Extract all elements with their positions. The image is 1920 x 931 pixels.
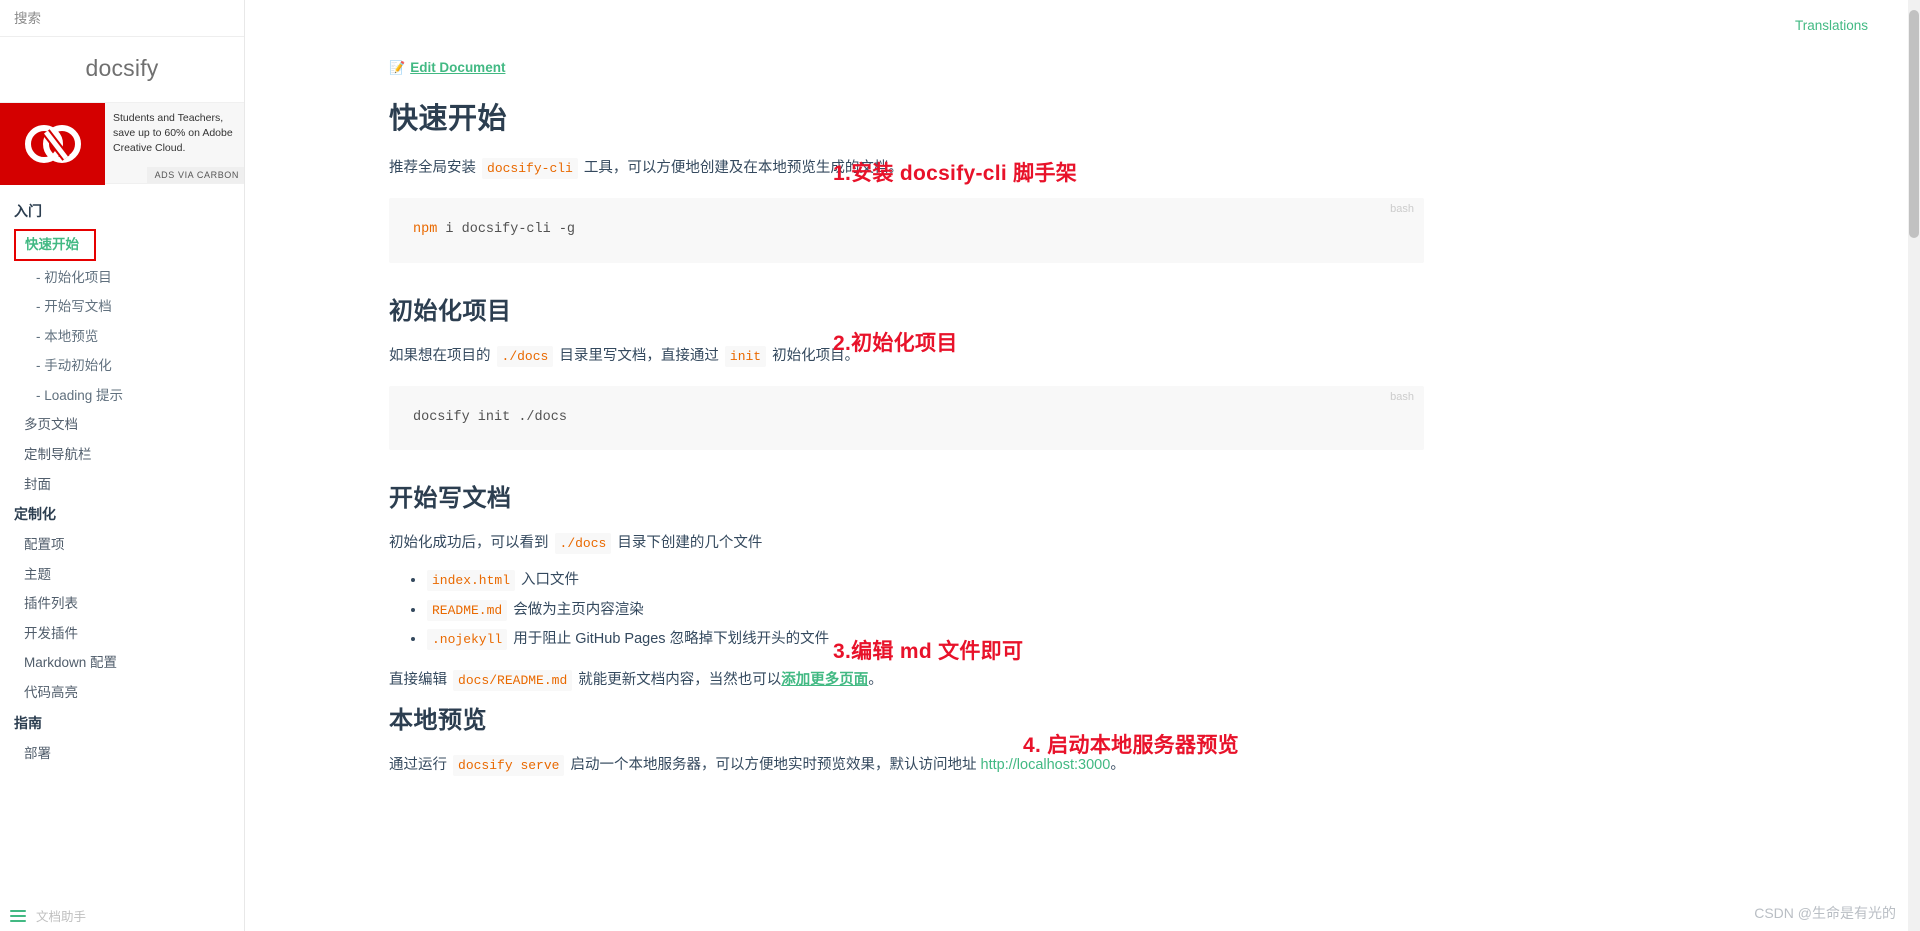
file-list: index.html 入口文件 README.md 会做为主页内容渲染 .noj… xyxy=(389,569,1424,651)
file-desc-nojekyll: 用于阻止 GitHub Pages 忽略掉下划线开头的文件 xyxy=(513,631,830,648)
section-heading-writing: 开始写文档 xyxy=(389,485,512,513)
file-desc-readme-md: 会做为主页内容渲染 xyxy=(513,601,644,618)
memo-icon: 📝 xyxy=(389,60,406,75)
sidebar-item-writing[interactable]: - 开始写文档 xyxy=(0,292,244,322)
writing-para-pre: 初始化成功后，可以看到 xyxy=(389,535,549,552)
carbon-ad[interactable]: Students and Teachers, save up to 60% on… xyxy=(0,102,244,185)
preview-para-mid: 启动一个本地服务器，可以方便地实时预览效果，默认访问地址 xyxy=(570,756,977,773)
edit-readme-mid: 就能更新文档内容，当然也可以 xyxy=(578,671,782,688)
nav-group-title-getting-started: 入门 xyxy=(14,203,42,219)
annotation-step-1: 1.安装 docsify-cli 脚手架 xyxy=(833,162,1078,185)
file-code-nojekyll: .nojekyll xyxy=(427,629,508,651)
list-item: README.md 会做为主页内容渲染 xyxy=(411,599,1424,621)
search-box[interactable] xyxy=(0,0,244,37)
sidebar-item-navbar[interactable]: 定制导航栏 xyxy=(0,440,244,470)
init-para-mid: 目录里写文档，直接通过 xyxy=(559,347,719,364)
sidebar-nav: 入门 快速开始 - 初始化项目 - 开始写文档 - 本地预览 - 手动初始化 -… xyxy=(0,184,244,768)
file-code-index-html: index.html xyxy=(427,570,516,592)
sidebar-item-plugins[interactable]: 插件列表 xyxy=(0,589,244,619)
sidebar-item-write-a-plugin[interactable]: 开发插件 xyxy=(0,619,244,649)
code-keyword-npm: npm xyxy=(413,222,438,238)
codeblock-lang-label-1: bash xyxy=(1390,203,1414,216)
sidebar-item-multipage[interactable]: 多页文档 xyxy=(0,410,244,440)
init-inline-code-docs: ./docs xyxy=(496,345,554,367)
localhost-link[interactable]: http://localhost:3000 xyxy=(981,757,1111,773)
sidebar-toggle-button[interactable]: 文档助手 xyxy=(0,900,244,931)
codeblock-content-1: npm i docsify-cli -g xyxy=(413,220,1400,240)
page-scrollbar-track[interactable] xyxy=(1908,0,1920,931)
section-heading-init: 初始化项目 xyxy=(389,297,512,325)
codeblock-content-2: docsify init ./docs xyxy=(413,409,567,425)
writing-inline-code-docs: ./docs xyxy=(554,533,612,555)
sidebar-item-themes[interactable]: 主题 xyxy=(0,560,244,590)
sidebar-item-loading[interactable]: - Loading 提示 xyxy=(0,381,244,411)
edit-readme-post: 。 xyxy=(868,671,883,688)
content-area: Translations 📝 Edit Document 快速开始 推荐全局安装… xyxy=(245,0,1920,931)
code-rest-1: i docsify-cli -g xyxy=(437,222,576,238)
preview-paragraph: 通过运行 docsify serve 启动一个本地服务器，可以方便地实时预览效果… xyxy=(389,754,1424,777)
sidebar-item-manual-init[interactable]: - 手动初始化 xyxy=(0,351,244,381)
carbon-ad-poweredby[interactable]: ADS VIA CARBON xyxy=(146,167,244,183)
quickstart-inline-code: docsify-cli xyxy=(482,158,578,180)
brand[interactable]: docsify xyxy=(0,37,244,102)
annotation-step-3: 3.编辑 md 文件即可 xyxy=(833,640,1024,663)
translations-link[interactable]: Translations xyxy=(1795,18,1868,33)
sidebar: docsify Students and Teachers, save up t… xyxy=(0,0,245,931)
sidebar-item-quickstart[interactable]: 快速开始 xyxy=(0,229,244,261)
markdown-body: 📝 Edit Document 快速开始 推荐全局安装 docsify-cli … xyxy=(389,0,1424,791)
edit-document-link[interactable]: 📝 Edit Document xyxy=(389,60,1424,75)
codeblock-docsify-init[interactable]: bash docsify init ./docs xyxy=(389,385,1424,451)
init-inline-code-init: init xyxy=(724,345,767,367)
codeblock-lang-label-2: bash xyxy=(1390,390,1414,403)
page-scrollbar-thumb[interactable] xyxy=(1909,10,1919,238)
file-code-readme-md: README.md xyxy=(427,599,508,621)
codeblock-npm-install[interactable]: bash npm i docsify-cli -g xyxy=(389,198,1424,263)
annotation-step-2: 2.初始化项目 xyxy=(833,332,958,355)
file-desc-index-html: 入口文件 xyxy=(521,572,580,589)
sidebar-toggle-label: 文档助手 xyxy=(36,910,87,924)
docsify-docs-page: docsify Students and Teachers, save up t… xyxy=(0,0,1920,931)
list-item: index.html 入口文件 xyxy=(411,569,1424,592)
sidebar-item-preview[interactable]: - 本地预览 xyxy=(0,322,244,352)
sidebar-item-code-highlight[interactable]: 代码高亮 xyxy=(0,678,244,708)
edit-readme-pre: 直接编辑 xyxy=(389,671,447,688)
edit-readme-paragraph: 直接编辑 docs/README.md 就能更新文档内容，当然也可以添加更多页面… xyxy=(389,669,1424,692)
annotation-step-4: 4. 启动本地服务器预览 xyxy=(1023,734,1239,757)
writing-para-post: 目录下创建的几个文件 xyxy=(617,535,763,552)
writing-paragraph: 初始化成功后，可以看到 ./docs 目录下创建的几个文件 xyxy=(389,532,1424,555)
preview-inline-code-serve: docsify serve xyxy=(453,754,565,776)
edit-document-label[interactable]: Edit Document xyxy=(410,60,505,75)
add-more-pages-link[interactable]: 添加更多页面 xyxy=(781,672,868,688)
sidebar-item-quickstart-label[interactable]: 快速开始 xyxy=(14,229,96,261)
sidebar-item-deploy[interactable]: 部署 xyxy=(0,739,244,769)
preview-para-post: 。 xyxy=(1110,756,1125,773)
search-input[interactable] xyxy=(14,10,214,26)
adobe-creative-cloud-logo-icon xyxy=(0,103,105,185)
init-para-pre: 如果想在项目的 xyxy=(389,347,491,364)
sidebar-item-cover[interactable]: 封面 xyxy=(0,470,244,500)
page-title: 快速开始 xyxy=(389,103,508,135)
sidebar-item-markdown[interactable]: Markdown 配置 xyxy=(0,648,244,678)
watermark-text: CSDN @生命是有光的 xyxy=(1754,905,1896,921)
quickstart-para-pre: 推荐全局安装 xyxy=(389,160,476,177)
preview-para-pre: 通过运行 xyxy=(389,756,447,773)
brand-title: docsify xyxy=(85,55,159,81)
sidebar-item-configuration[interactable]: 配置项 xyxy=(0,530,244,560)
hamburger-icon[interactable] xyxy=(10,907,26,925)
edit-readme-code: docs/README.md xyxy=(453,669,573,691)
sidebar-item-init[interactable]: - 初始化项目 xyxy=(0,263,244,293)
nav-group-title-customization: 定制化 xyxy=(14,506,56,523)
nav-group-title-guide: 指南 xyxy=(14,714,42,731)
section-heading-preview: 本地预览 xyxy=(389,706,487,734)
